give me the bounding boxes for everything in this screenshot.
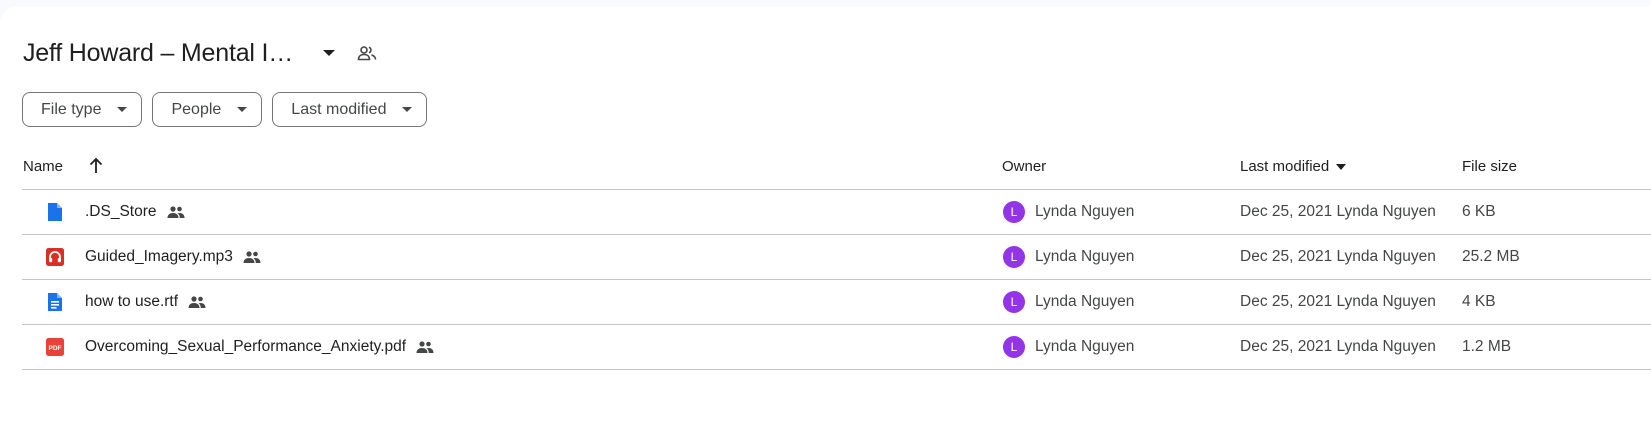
file-table: Name Owner Last modified File size .DS_S… (22, 147, 1651, 370)
owner-name: Lynda Nguyen (1035, 338, 1135, 355)
filter-chips: File type People Last modified (22, 92, 428, 127)
table-row[interactable]: how to use.rtf L Lynda Nguyen Dec 25, 20… (22, 280, 1651, 325)
file-name-cell: how to use.rtf (85, 293, 206, 311)
chip-label: File type (41, 100, 102, 118)
generic-file-icon (45, 202, 65, 222)
arrow-drop-down-icon (237, 107, 248, 112)
shared-people-icon (188, 296, 206, 308)
owner-cell: L Lynda Nguyen (1003, 201, 1134, 223)
document-file-icon (45, 292, 65, 312)
avatar: L (1003, 246, 1025, 268)
audio-file-icon (45, 247, 65, 267)
arrow-upward-icon[interactable] (88, 157, 104, 179)
chip-label: Last modified (291, 100, 387, 118)
file-size-cell: 4 KB (1462, 293, 1496, 310)
filter-last-modified-button[interactable]: Last modified (272, 92, 428, 127)
filter-file-type-button[interactable]: File type (22, 92, 143, 127)
pdf-file-icon: PDF (45, 337, 65, 357)
avatar: L (1003, 336, 1025, 358)
last-modified-cell: Dec 25, 2021 Lynda Nguyen (1240, 293, 1436, 310)
owner-name: Lynda Nguyen (1035, 203, 1135, 220)
chip-label: People (171, 100, 222, 118)
folder-title[interactable]: Jeff Howard – Mental I… (23, 39, 293, 68)
shared-people-icon (416, 341, 434, 353)
filter-people-button[interactable]: People (152, 92, 263, 127)
owner-name: Lynda Nguyen (1035, 293, 1135, 310)
last-modified-cell: Dec 25, 2021 Lynda Nguyen (1240, 248, 1436, 265)
file-name: Guided_Imagery.mp3 (85, 248, 233, 265)
file-name: .DS_Store (85, 203, 157, 220)
shared-people-icon (243, 251, 261, 263)
table-row[interactable]: Guided_Imagery.mp3 L Lynda Nguyen Dec 25… (22, 235, 1651, 280)
file-browser-panel: Jeff Howard – Mental I… File type People… (0, 7, 1651, 438)
file-name-cell: .DS_Store (85, 203, 185, 221)
file-name: how to use.rtf (85, 293, 179, 310)
arrow-drop-down-icon (117, 107, 128, 112)
file-size-cell: 1.2 MB (1462, 338, 1512, 355)
arrow-drop-down-icon (402, 107, 413, 112)
arrow-drop-down-icon[interactable] (315, 39, 343, 67)
column-header-file-size[interactable]: File size (1462, 158, 1517, 175)
file-name-cell: Guided_Imagery.mp3 (85, 248, 261, 266)
folder-header: Jeff Howard – Mental I… (23, 35, 381, 71)
avatar: L (1003, 291, 1025, 313)
file-name-cell: Overcoming_Sexual_Performance_Anxiety.pd… (85, 338, 434, 356)
file-size-cell: 6 KB (1462, 203, 1496, 220)
table-row[interactable]: PDF Overcoming_Sexual_Performance_Anxiet… (22, 325, 1651, 370)
table-header: Name Owner Last modified File size (22, 147, 1651, 190)
column-header-owner[interactable]: Owner (1002, 158, 1046, 175)
owner-name: Lynda Nguyen (1035, 248, 1135, 265)
last-modified-cell: Dec 25, 2021 Lynda Nguyen (1240, 203, 1436, 220)
owner-cell: L Lynda Nguyen (1003, 291, 1134, 313)
pdf-icon-text: PDF (49, 345, 62, 352)
owner-cell: L Lynda Nguyen (1003, 246, 1134, 268)
owner-cell: L Lynda Nguyen (1003, 336, 1134, 358)
column-header-name[interactable]: Name (23, 158, 63, 175)
file-name: Overcoming_Sexual_Performance_Anxiety.pd… (85, 338, 407, 355)
column-header-last-modified[interactable]: Last modified (1240, 158, 1347, 175)
table-row[interactable]: .DS_Store L Lynda Nguyen Dec 25, 2021 Ly… (22, 190, 1651, 235)
people-outline-icon[interactable] (353, 39, 381, 67)
column-header-last-modified-label: Last modified (1240, 158, 1330, 175)
last-modified-cell: Dec 25, 2021 Lynda Nguyen (1240, 338, 1436, 355)
arrow-drop-down-icon (1336, 163, 1347, 170)
file-size-cell: 25.2 MB (1462, 248, 1520, 265)
shared-people-icon (167, 206, 185, 218)
avatar: L (1003, 201, 1025, 223)
